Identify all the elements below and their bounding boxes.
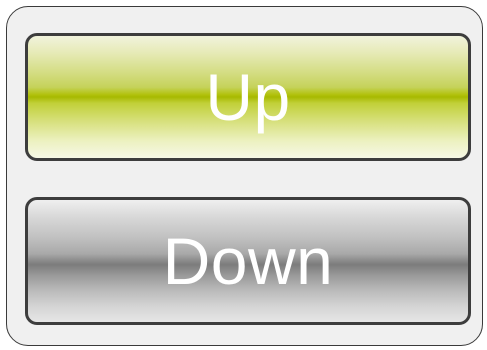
down-button[interactable]: Down [25,197,471,325]
up-button[interactable]: Up [25,33,471,161]
down-button-label: Down [162,224,334,298]
button-panel: Up Down [6,6,483,346]
up-button-label: Up [205,60,291,134]
